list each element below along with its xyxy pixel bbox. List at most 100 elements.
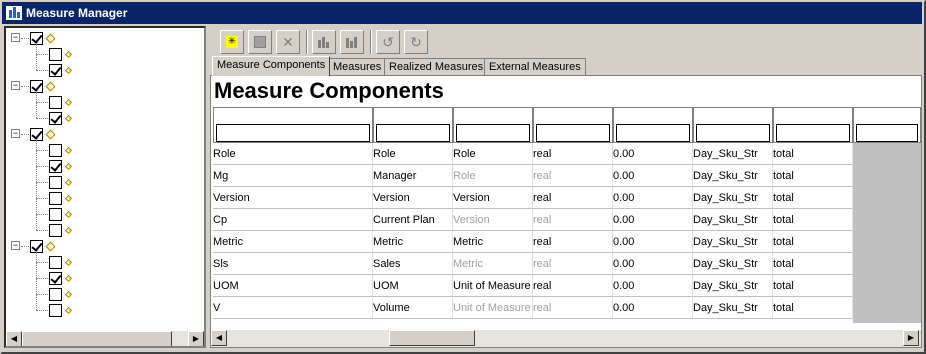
- table-cell[interactable]: UOM: [373, 275, 453, 297]
- table-cell[interactable]: Version: [453, 187, 533, 209]
- tree-item[interactable]: [49, 254, 77, 270]
- title-bar[interactable]: Measure Manager: [2, 2, 922, 24]
- scroll-left-icon[interactable]: ◀: [211, 330, 227, 346]
- scroll-thumb[interactable]: [389, 330, 475, 346]
- tree-group-role[interactable]: [30, 30, 60, 46]
- table-cell[interactable]: Mg: [213, 165, 373, 187]
- table-cell[interactable]: real: [533, 253, 613, 275]
- table-cell[interactable]: Manager: [373, 165, 453, 187]
- checkbox[interactable]: [49, 223, 62, 237]
- table-cell[interactable]: Metric: [213, 231, 373, 253]
- table-cell[interactable]: Day_Sku_Str: [693, 297, 773, 319]
- table-cell[interactable]: 0.00: [613, 187, 693, 209]
- table-cell[interactable]: Sls: [213, 253, 373, 275]
- table-cell[interactable]: Role: [213, 143, 373, 165]
- table-cell[interactable]: Cp: [213, 209, 373, 231]
- table-row[interactable]: V Volume Unit of Measure real 0.00 Day_Sku_St…: [213, 297, 921, 319]
- table-cell[interactable]: real: [533, 297, 613, 319]
- column-filter-input[interactable]: [456, 124, 530, 142]
- column-header[interactable]: [213, 107, 373, 143]
- tree-item[interactable]: [49, 110, 77, 126]
- checkbox[interactable]: [30, 127, 43, 141]
- column-header[interactable]: [613, 107, 693, 143]
- tree-item[interactable]: [49, 222, 77, 238]
- table-cell[interactable]: 0.00: [613, 143, 693, 165]
- table-cell[interactable]: total: [773, 231, 853, 253]
- tree-item[interactable]: [49, 302, 77, 318]
- table-cell[interactable]: 0.00: [613, 297, 693, 319]
- table-row[interactable]: UOM UOM Unit of Measure real 0.00 Day_Sku_Str…: [213, 275, 921, 297]
- table-row[interactable]: Version Version Version real 0.00 Day_Sku_Str…: [213, 187, 921, 209]
- collapse-icon[interactable]: −: [11, 241, 20, 250]
- delete-icon[interactable]: ✕: [276, 30, 300, 54]
- checkbox[interactable]: [49, 207, 62, 221]
- tab-measures[interactable]: Measures: [328, 58, 387, 76]
- column-filter-input[interactable]: [776, 124, 850, 142]
- table-cell[interactable]: real: [533, 209, 613, 231]
- table-cell[interactable]: total: [773, 297, 853, 319]
- tree-group-uom[interactable]: [30, 238, 60, 254]
- column-filter-input[interactable]: [616, 124, 690, 142]
- checkbox[interactable]: [49, 63, 62, 77]
- tab-realized-measures[interactable]: Realized Measures: [384, 58, 489, 76]
- table-cell[interactable]: Metric: [373, 231, 453, 253]
- table-cell[interactable]: 0.00: [613, 165, 693, 187]
- table-cell[interactable]: Unit of Measure: [453, 275, 533, 297]
- table-row[interactable]: Cp Current Plan Version real 0.00 Day_Sku_Str…: [213, 209, 921, 231]
- table-row[interactable]: Metric Metric Metric real 0.00 Day_Sku_Str tot…: [213, 231, 921, 253]
- table-cell[interactable]: Role: [373, 143, 453, 165]
- column-header[interactable]: [853, 107, 921, 143]
- collapse-icon[interactable]: −: [11, 81, 20, 90]
- tree-group-version[interactable]: [30, 78, 60, 94]
- column-header[interactable]: [533, 107, 613, 143]
- tab-external-measures[interactable]: External Measures: [484, 58, 586, 76]
- table-cell[interactable]: Volume: [373, 297, 453, 319]
- table-cell[interactable]: Day_Sku_Str: [693, 209, 773, 231]
- table-cell[interactable]: total: [773, 275, 853, 297]
- table-cell[interactable]: total: [773, 187, 853, 209]
- checkbox[interactable]: [49, 47, 62, 61]
- grid-horizontal-scrollbar[interactable]: ◀ ▶: [211, 329, 921, 347]
- table-cell[interactable]: real: [533, 187, 613, 209]
- checkbox[interactable]: [49, 143, 62, 157]
- table-cell[interactable]: real: [533, 165, 613, 187]
- table-cell[interactable]: Current Plan: [373, 209, 453, 231]
- table-cell[interactable]: Version: [373, 187, 453, 209]
- table-cell[interactable]: real: [533, 231, 613, 253]
- chart2-icon[interactable]: [340, 30, 364, 54]
- table-cell[interactable]: total: [773, 143, 853, 165]
- column-header[interactable]: [373, 107, 453, 143]
- table-cell[interactable]: real: [533, 143, 613, 165]
- checkbox[interactable]: [49, 159, 62, 173]
- checkbox[interactable]: [30, 79, 43, 93]
- table-cell[interactable]: Day_Sku_Str: [693, 187, 773, 209]
- checkbox[interactable]: [49, 255, 62, 269]
- table-cell[interactable]: total: [773, 209, 853, 231]
- scroll-right-icon[interactable]: ▶: [188, 331, 204, 346]
- table-row[interactable]: Mg Manager Role real 0.00 Day_Sku_Str total: [213, 165, 921, 187]
- scroll-left-icon[interactable]: ◀: [6, 331, 22, 346]
- tree-group-metric[interactable]: [30, 126, 60, 142]
- tree-horizontal-scrollbar[interactable]: ◀ ▶: [6, 330, 204, 346]
- tree-item[interactable]: [49, 270, 77, 286]
- table-cell[interactable]: 0.00: [613, 253, 693, 275]
- table-cell[interactable]: total: [773, 165, 853, 187]
- table-cell[interactable]: Version: [453, 209, 533, 231]
- scroll-right-icon[interactable]: ▶: [903, 330, 919, 346]
- chart-icon[interactable]: [312, 30, 336, 54]
- column-header[interactable]: [693, 107, 773, 143]
- table-cell[interactable]: Day_Sku_Str: [693, 253, 773, 275]
- tree-item[interactable]: [49, 190, 77, 206]
- table-cell[interactable]: Version: [213, 187, 373, 209]
- table-cell[interactable]: Metric: [453, 231, 533, 253]
- tree-item[interactable]: [49, 206, 77, 222]
- table-cell[interactable]: real: [533, 275, 613, 297]
- scroll-thumb[interactable]: [22, 331, 172, 346]
- table-cell[interactable]: Day_Sku_Str: [693, 165, 773, 187]
- collapse-icon[interactable]: −: [11, 33, 20, 42]
- column-header[interactable]: [773, 107, 853, 143]
- tree-item[interactable]: [49, 142, 77, 158]
- tree-item[interactable]: [49, 286, 77, 302]
- checkbox[interactable]: [49, 111, 62, 125]
- column-filter-input[interactable]: [536, 124, 610, 142]
